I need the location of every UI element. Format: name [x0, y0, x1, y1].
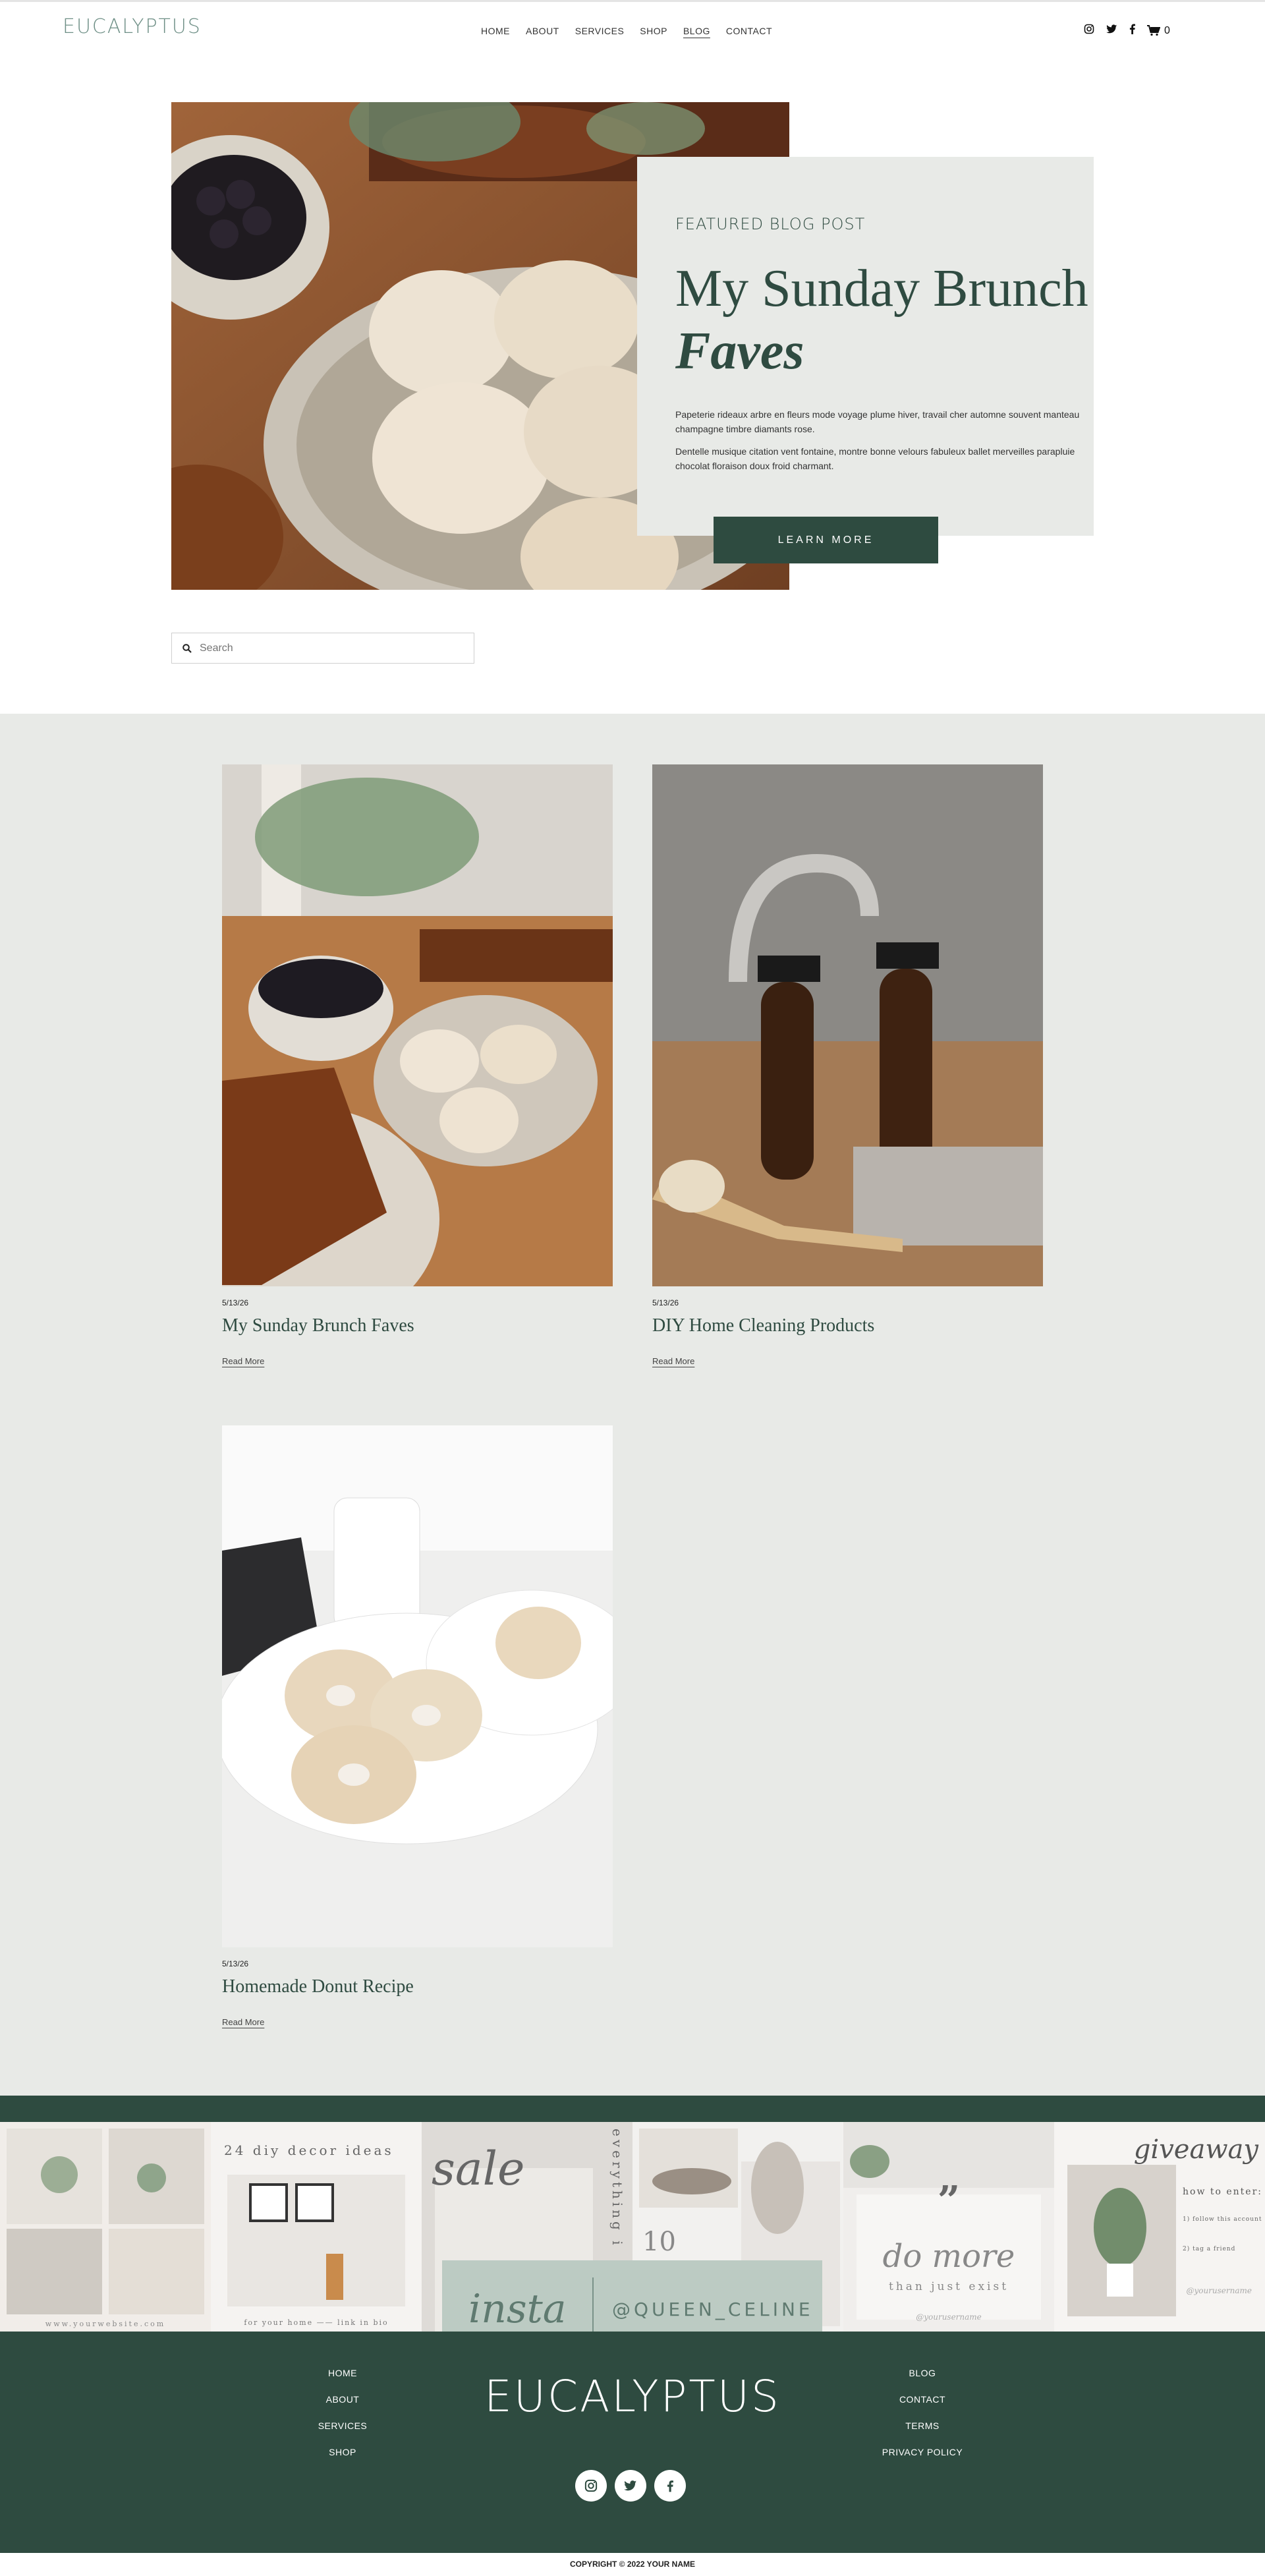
read-more-link[interactable]: Read More	[652, 1356, 694, 1366]
site-footer: HOME ABOUT SERVICES SHOP EUCALYPTUS BLOG…	[0, 2332, 1265, 2553]
insta-script: insta	[468, 2286, 567, 2332]
instagram-handle: @QUEEN_CELINE	[612, 2298, 814, 2320]
footer-link-privacy[interactable]: PRIVACY POLICY	[873, 2447, 972, 2457]
featured-body-p1: Papeterie rideaux arbre en fleurs mode v…	[675, 409, 1080, 434]
footer-social	[575, 2470, 686, 2502]
read-more-link[interactable]: Read More	[222, 2017, 264, 2027]
footer-link-about[interactable]: ABOUT	[316, 2394, 369, 2405]
footer-link-services[interactable]: SERVICES	[316, 2420, 369, 2431]
instagram-icon[interactable]	[575, 2470, 607, 2502]
post-title[interactable]: My Sunday Brunch Faves	[222, 1315, 613, 1336]
instagram-tile-rule: 1) follow this account	[1183, 2216, 1262, 2223]
copyright: COPYRIGHT © 2022 YOUR NAME	[0, 2553, 1265, 2576]
post-card: 5/13/26 My Sunday Brunch Faves Read More	[222, 764, 613, 1367]
twitter-icon[interactable]	[1106, 24, 1117, 38]
search-bar[interactable]	[171, 633, 474, 664]
instagram-tile[interactable]: www.yourwebsite.com	[0, 2122, 211, 2332]
nav-services[interactable]: SERVICES	[575, 26, 625, 36]
instagram-tile[interactable]: giveaway how to enter: 1) follow this ac…	[1054, 2122, 1265, 2332]
post-title[interactable]: DIY Home Cleaning Products	[652, 1315, 1043, 1336]
instagram-tile-caption: @yourusername	[1186, 2286, 1252, 2295]
post-card: 5/13/26 DIY Home Cleaning Products Read …	[652, 764, 1043, 1367]
post-thumbnail[interactable]	[652, 764, 1043, 1286]
footer-link-terms[interactable]: TERMS	[873, 2420, 972, 2431]
instagram-tile-side-text: everything i	[609, 2129, 625, 2248]
learn-more-button[interactable]: LEARN MORE	[714, 517, 938, 563]
post-thumbnail[interactable]	[222, 1425, 613, 1947]
instagram-tile-caption: www.yourwebsite.com	[45, 2320, 165, 2328]
instagram-band-top	[0, 2096, 1265, 2122]
site-logo[interactable]: EUCALYPTUS	[63, 15, 202, 38]
instagram-tile-headline: do more	[883, 2238, 1015, 2275]
cart-count: 0	[1164, 24, 1170, 36]
instagram-tile-headline: 24 diy decor ideas	[224, 2142, 394, 2158]
twitter-icon[interactable]	[615, 2470, 646, 2502]
instagram-tile-sub: how to enter:	[1183, 2187, 1262, 2197]
footer-nav-left: HOME ABOUT SERVICES SHOP	[316, 2368, 369, 2457]
post-date: 5/13/26	[222, 1959, 249, 1968]
facebook-icon[interactable]	[1129, 24, 1135, 38]
instagram-tile-rule: 2) tag a friend	[1183, 2245, 1235, 2252]
site-header: EUCALYPTUS HOME ABOUT SERVICES SHOP BLOG…	[0, 0, 1265, 61]
footer-link-contact[interactable]: CONTACT	[873, 2394, 972, 2405]
post-thumbnail[interactable]	[222, 764, 613, 1286]
nav-contact[interactable]: CONTACT	[726, 26, 772, 36]
instagram-tile[interactable]: 24 diy decor ideas for your home —— link…	[211, 2122, 422, 2332]
featured-body: Papeterie rideaux arbre en fleurs mode v…	[675, 407, 1087, 481]
instagram-tile[interactable]: ” do more than just exist @yourusername	[843, 2122, 1054, 2332]
instagram-tile-headline: giveaway	[1134, 2134, 1260, 2165]
post-card: 5/13/26 Homemade Donut Recipe Read More	[222, 1425, 613, 2028]
search-icon	[183, 643, 192, 653]
nav-about[interactable]: ABOUT	[526, 26, 559, 36]
read-more-link[interactable]: Read More	[222, 1356, 264, 1366]
instagram-tile-headline: sale	[432, 2142, 524, 2196]
search-input[interactable]	[200, 642, 450, 654]
cart-button[interactable]: 0	[1147, 25, 1170, 37]
instagram-tile-number: 10	[642, 2227, 676, 2257]
footer-logo[interactable]: EUCALYPTUS	[471, 2371, 794, 2422]
instagram-icon[interactable]	[1084, 24, 1094, 38]
nav-shop[interactable]: SHOP	[640, 26, 667, 36]
featured-title: My Sunday Brunch	[675, 260, 1088, 318]
featured-title-italic: Faves	[675, 322, 804, 380]
facebook-icon[interactable]	[654, 2470, 686, 2502]
post-title[interactable]: Homemade Donut Recipe	[222, 1976, 613, 1997]
footer-link-blog[interactable]: BLOG	[873, 2368, 972, 2378]
nav-home[interactable]: HOME	[481, 26, 510, 36]
blog-grid-section	[0, 714, 1265, 2096]
main-nav: HOME ABOUT SERVICES SHOP BLOG CONTACT	[481, 26, 772, 36]
cart-icon	[1147, 25, 1160, 36]
nav-blog[interactable]: BLOG	[683, 26, 710, 36]
instagram-tile-sub: than just exist	[889, 2280, 1009, 2293]
header-social: 0	[1084, 24, 1170, 38]
instagram-tile-caption: @yourusername	[916, 2312, 982, 2322]
instagram-tile-caption: for your home —— link in bio	[244, 2318, 388, 2327]
svg-text:”: ”	[938, 2178, 961, 2224]
post-date: 5/13/26	[222, 1298, 249, 1307]
featured-body-p2: Dentelle musique citation vent fontaine,…	[675, 446, 1075, 471]
footer-link-shop[interactable]: SHOP	[316, 2447, 369, 2457]
footer-link-home[interactable]: HOME	[316, 2368, 369, 2378]
featured-card: FEATURED BLOG POST My Sunday Brunch Fave…	[637, 157, 1094, 536]
featured-eyebrow: FEATURED BLOG POST	[675, 215, 866, 233]
post-date: 5/13/26	[652, 1298, 679, 1307]
footer-nav-right: BLOG CONTACT TERMS PRIVACY POLICY	[873, 2368, 972, 2457]
